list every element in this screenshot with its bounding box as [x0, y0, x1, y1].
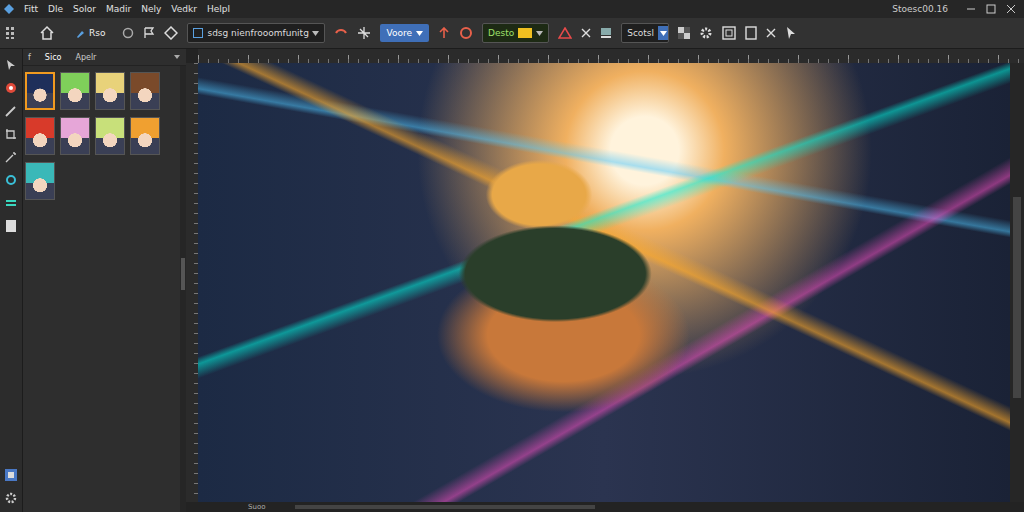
circle-icon[interactable]: [122, 27, 134, 39]
arrow-icon[interactable]: [438, 27, 450, 39]
character-thumbnail[interactable]: [60, 117, 90, 155]
chevron-down-icon: [416, 31, 423, 36]
menu-item[interactable]: Helpl: [207, 4, 230, 14]
home-icon[interactable]: [39, 25, 55, 41]
brush-icon: [76, 28, 86, 38]
undo-icon[interactable]: [334, 27, 348, 39]
pointer-icon[interactable]: [785, 26, 797, 40]
character-thumbnail[interactable]: [130, 117, 160, 155]
menu-item[interactable]: Dle: [48, 4, 63, 14]
character-thumbnail[interactable]: [25, 72, 55, 110]
frame-icon[interactable]: [722, 26, 736, 40]
menu-item[interactable]: Nely: [141, 4, 161, 14]
status-bar: Suoo: [186, 502, 1024, 512]
canvas-scrollbar[interactable]: [1010, 63, 1024, 502]
vertical-ruler: [186, 63, 198, 502]
chevron-down-icon: [660, 31, 667, 36]
menu-bar: Fitt Dle Solor Madir Nely Vedkr Helpl Stoesc00.…: [0, 0, 1024, 18]
horizontal-scrollbar[interactable]: [295, 505, 595, 509]
color-field[interactable]: Desto: [482, 23, 549, 43]
menu-item[interactable]: Vedkr: [171, 4, 197, 14]
chevron-down-icon[interactable]: [174, 55, 180, 59]
warning-icon[interactable]: [558, 27, 572, 39]
wand-tool-icon[interactable]: [5, 151, 17, 163]
app-logo-icon: [4, 4, 14, 14]
character-thumbnail[interactable]: [95, 117, 125, 155]
path-field[interactable]: sdsg nienfrooomfunitg: [187, 23, 325, 43]
color-swatch[interactable]: [518, 28, 532, 38]
canvas-image[interactable]: [198, 63, 1010, 502]
asset-panel: f Sico Apelr: [23, 49, 186, 512]
color-chip-icon[interactable]: [5, 469, 17, 481]
minimize-icon[interactable]: [966, 4, 976, 14]
status-text: Suoo: [248, 503, 265, 511]
crop-tool-icon[interactable]: [5, 128, 17, 140]
horizontal-ruler: [198, 49, 1024, 63]
canvas-area: Suoo: [186, 49, 1024, 512]
character-thumbnail[interactable]: [60, 72, 90, 110]
record-tool-icon[interactable]: [5, 82, 17, 94]
workspace: f Sico Apelr Suoo: [0, 49, 1024, 512]
tool-column: [0, 49, 23, 512]
close-icon[interactable]: [1006, 4, 1016, 14]
chevron-down-icon: [312, 31, 319, 36]
character-thumbnail[interactable]: [25, 117, 55, 155]
sparkle-icon[interactable]: [357, 26, 371, 40]
menu-item[interactable]: Madir: [106, 4, 131, 14]
chevron-down-icon: [536, 31, 543, 36]
image-editor: Fitt Dle Solor Madir Nely Vedkr Helpl Stoesc00.…: [0, 0, 1024, 512]
panel-tab[interactable]: f: [28, 52, 31, 63]
character-thumbnail[interactable]: [130, 72, 160, 110]
close-icon[interactable]: [766, 28, 776, 38]
fill-tool-icon[interactable]: [5, 197, 17, 209]
menu-item[interactable]: Fitt: [24, 4, 38, 14]
transform-icon[interactable]: [164, 26, 178, 40]
character-thumbnail[interactable]: [95, 72, 125, 110]
panel-tab[interactable]: Apelr: [75, 52, 96, 63]
rotate-icon[interactable]: [459, 26, 473, 40]
page-tool-icon[interactable]: [6, 220, 16, 232]
version-label: Stoesc00.16: [892, 4, 948, 14]
preset-select[interactable]: Scotsl: [621, 23, 669, 43]
mode-select[interactable]: Voore: [380, 24, 429, 42]
brush-tool-icon[interactable]: [5, 174, 17, 186]
character-thumbnail[interactable]: [25, 162, 55, 200]
panel-tab[interactable]: Sico: [45, 52, 62, 63]
toolbar: Rso sdsg nienfrooomfunitg Voore Desto Scotsl: [0, 18, 1024, 49]
checker-icon[interactable]: [678, 27, 690, 39]
layers-icon[interactable]: [600, 27, 612, 39]
settings-icon[interactable]: [5, 492, 17, 504]
pointer-tool-icon[interactable]: [5, 59, 17, 71]
gear-icon[interactable]: [699, 26, 713, 40]
thumbnail-grid: [23, 66, 180, 512]
home-label[interactable]: Rso: [76, 28, 105, 38]
close-icon[interactable]: [581, 28, 591, 38]
menu-item[interactable]: Solor: [73, 4, 96, 14]
panel-tabs: f Sico Apelr: [23, 49, 186, 66]
file-icon: [193, 28, 203, 38]
maximize-icon[interactable]: [986, 4, 996, 14]
grid-icon[interactable]: [6, 27, 18, 39]
flag-icon[interactable]: [143, 27, 155, 39]
pen-tool-icon[interactable]: [5, 105, 17, 117]
dropdown-button[interactable]: [658, 26, 668, 40]
document-icon[interactable]: [745, 26, 757, 40]
